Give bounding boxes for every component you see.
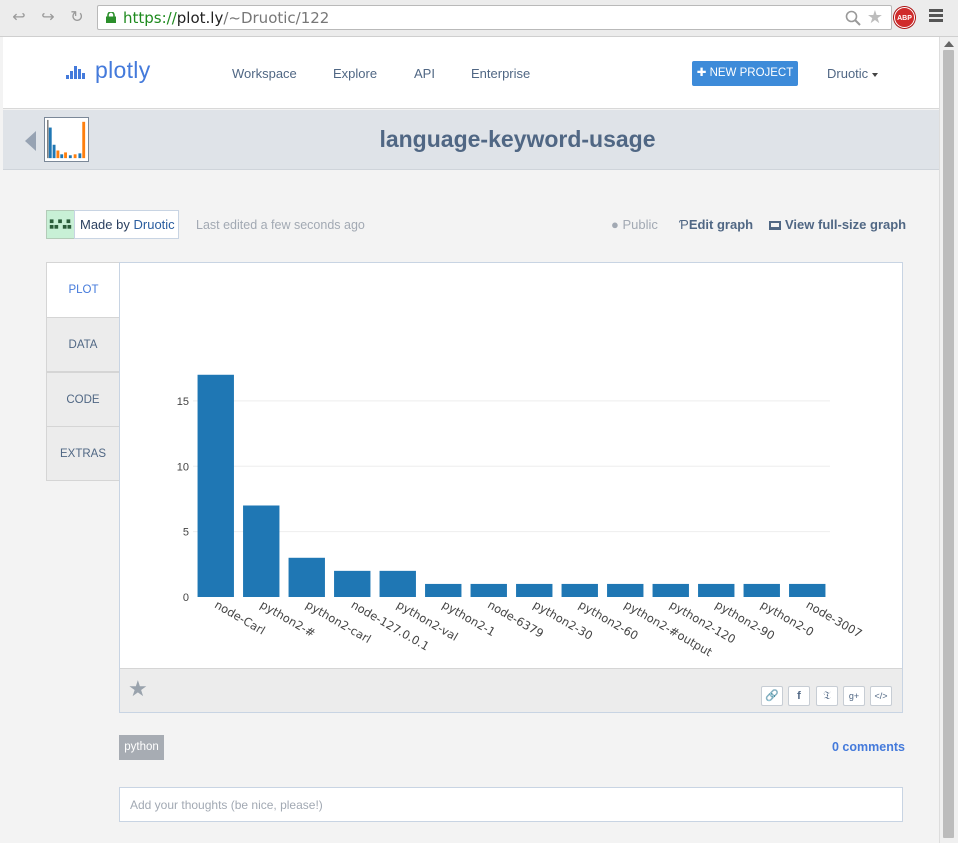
favorite-star-icon[interactable]: ★ bbox=[128, 677, 148, 701]
new-project-label: NEW PROJECT bbox=[709, 67, 794, 79]
new-project-button[interactable]: ✚ NEW PROJECT bbox=[692, 61, 798, 86]
browser-menu-icon[interactable] bbox=[929, 9, 943, 25]
x-tick-label: node-127.0.0.1 bbox=[349, 597, 432, 653]
author-name[interactable]: Druotic bbox=[134, 217, 175, 232]
tab-extras[interactable]: EXTRAS bbox=[46, 426, 120, 481]
edit-graph-link[interactable]: ƤEdit graph bbox=[679, 217, 753, 232]
url-text: https://plot.ly/~Druotic/122 bbox=[123, 9, 330, 27]
y-tick-label: 15 bbox=[177, 396, 189, 408]
tab-plot[interactable]: PLOT bbox=[46, 262, 120, 318]
back-icon[interactable]: ↩ bbox=[8, 7, 30, 29]
nav-workspace[interactable]: Workspace bbox=[232, 66, 297, 81]
comments-link[interactable]: 0 comments bbox=[832, 740, 905, 754]
public-link[interactable]: ● Public bbox=[611, 217, 658, 232]
plot-panel: 0 5 10 15 node-Carl python2-# python2-carl node… bbox=[119, 262, 903, 713]
embed-code-icon[interactable]: </> bbox=[870, 686, 892, 706]
nav-explore[interactable]: Explore bbox=[333, 66, 377, 81]
view-full-size-link[interactable]: View full-size graph bbox=[769, 217, 906, 232]
made-by-label[interactable]: Made by Druotic bbox=[74, 210, 179, 239]
tab-data[interactable]: DATA bbox=[46, 317, 120, 372]
bar[interactable] bbox=[652, 583, 689, 597]
plot-footer: ★ 🔗 f 𝔗 g+ </> bbox=[120, 668, 902, 712]
bar[interactable] bbox=[743, 583, 780, 597]
nav-enterprise[interactable]: Enterprise bbox=[471, 66, 530, 81]
bar[interactable] bbox=[243, 505, 280, 597]
logo-bars-icon bbox=[66, 66, 85, 79]
branch-icon: Ƥ bbox=[679, 217, 689, 232]
logo-text: plotly bbox=[95, 57, 151, 83]
tag-python[interactable]: python bbox=[119, 735, 164, 760]
bar[interactable] bbox=[288, 557, 325, 597]
y-tick-label: 0 bbox=[183, 592, 189, 604]
link-icon[interactable]: 🔗 bbox=[761, 686, 783, 706]
forward-icon[interactable]: ↪ bbox=[37, 7, 59, 29]
address-bar[interactable]: https://plot.ly/~Druotic/122 ★ bbox=[97, 5, 892, 30]
avatar bbox=[46, 210, 75, 239]
adblock-icon[interactable]: ABP bbox=[894, 7, 915, 28]
nav-api[interactable]: API bbox=[414, 66, 435, 81]
bar[interactable] bbox=[789, 583, 826, 597]
bar[interactable] bbox=[334, 570, 371, 597]
plus-icon: ✚ bbox=[696, 67, 710, 79]
bar[interactable] bbox=[379, 570, 416, 597]
twitter-icon[interactable]: 𝔗 bbox=[816, 686, 838, 706]
bookmark-star-icon[interactable]: ★ bbox=[867, 7, 883, 27]
zoom-icon[interactable] bbox=[845, 10, 861, 26]
monitor-icon bbox=[769, 221, 781, 230]
lock-icon bbox=[106, 12, 116, 23]
scroll-thumb[interactable] bbox=[943, 50, 954, 838]
bar[interactable] bbox=[698, 583, 735, 597]
user-menu[interactable]: Druotic bbox=[827, 66, 879, 81]
username: Druotic bbox=[827, 66, 869, 81]
google-plus-icon[interactable]: g+ bbox=[843, 686, 865, 706]
caret-down-icon bbox=[872, 72, 879, 77]
bar[interactable] bbox=[561, 583, 598, 597]
bar[interactable] bbox=[470, 583, 507, 597]
reload-icon[interactable]: ↻ bbox=[66, 7, 88, 29]
bar[interactable] bbox=[607, 583, 644, 597]
bar[interactable] bbox=[425, 583, 462, 597]
x-tick-label: node-3007 bbox=[804, 597, 865, 640]
comment-input[interactable] bbox=[119, 787, 903, 822]
site-header: plotly Workspace Explore API Enterprise … bbox=[3, 37, 939, 109]
page-title: language-keyword-usage bbox=[379, 126, 656, 152]
page-scrollbar[interactable] bbox=[939, 37, 958, 843]
bar[interactable] bbox=[197, 374, 234, 597]
tab-code[interactable]: CODE bbox=[46, 372, 120, 427]
facebook-icon[interactable]: f bbox=[788, 686, 810, 706]
bar[interactable] bbox=[516, 583, 553, 597]
title-band: language-keyword-usage bbox=[3, 110, 939, 170]
bar-chart[interactable]: 051015node-Carlpython2-#python2-carlnode… bbox=[120, 263, 902, 668]
browser-toolbar: ↩ ↪ ↻ https://plot.ly/~Druotic/122 ★ ABP bbox=[0, 0, 958, 37]
globe-icon: ● bbox=[611, 217, 619, 232]
y-tick-label: 5 bbox=[183, 527, 189, 539]
x-tick-label: node-Carl bbox=[212, 597, 267, 637]
scroll-up-icon[interactable] bbox=[944, 41, 954, 47]
last-edited-text: Last edited a few seconds ago bbox=[196, 218, 365, 232]
y-tick-label: 10 bbox=[177, 461, 189, 473]
